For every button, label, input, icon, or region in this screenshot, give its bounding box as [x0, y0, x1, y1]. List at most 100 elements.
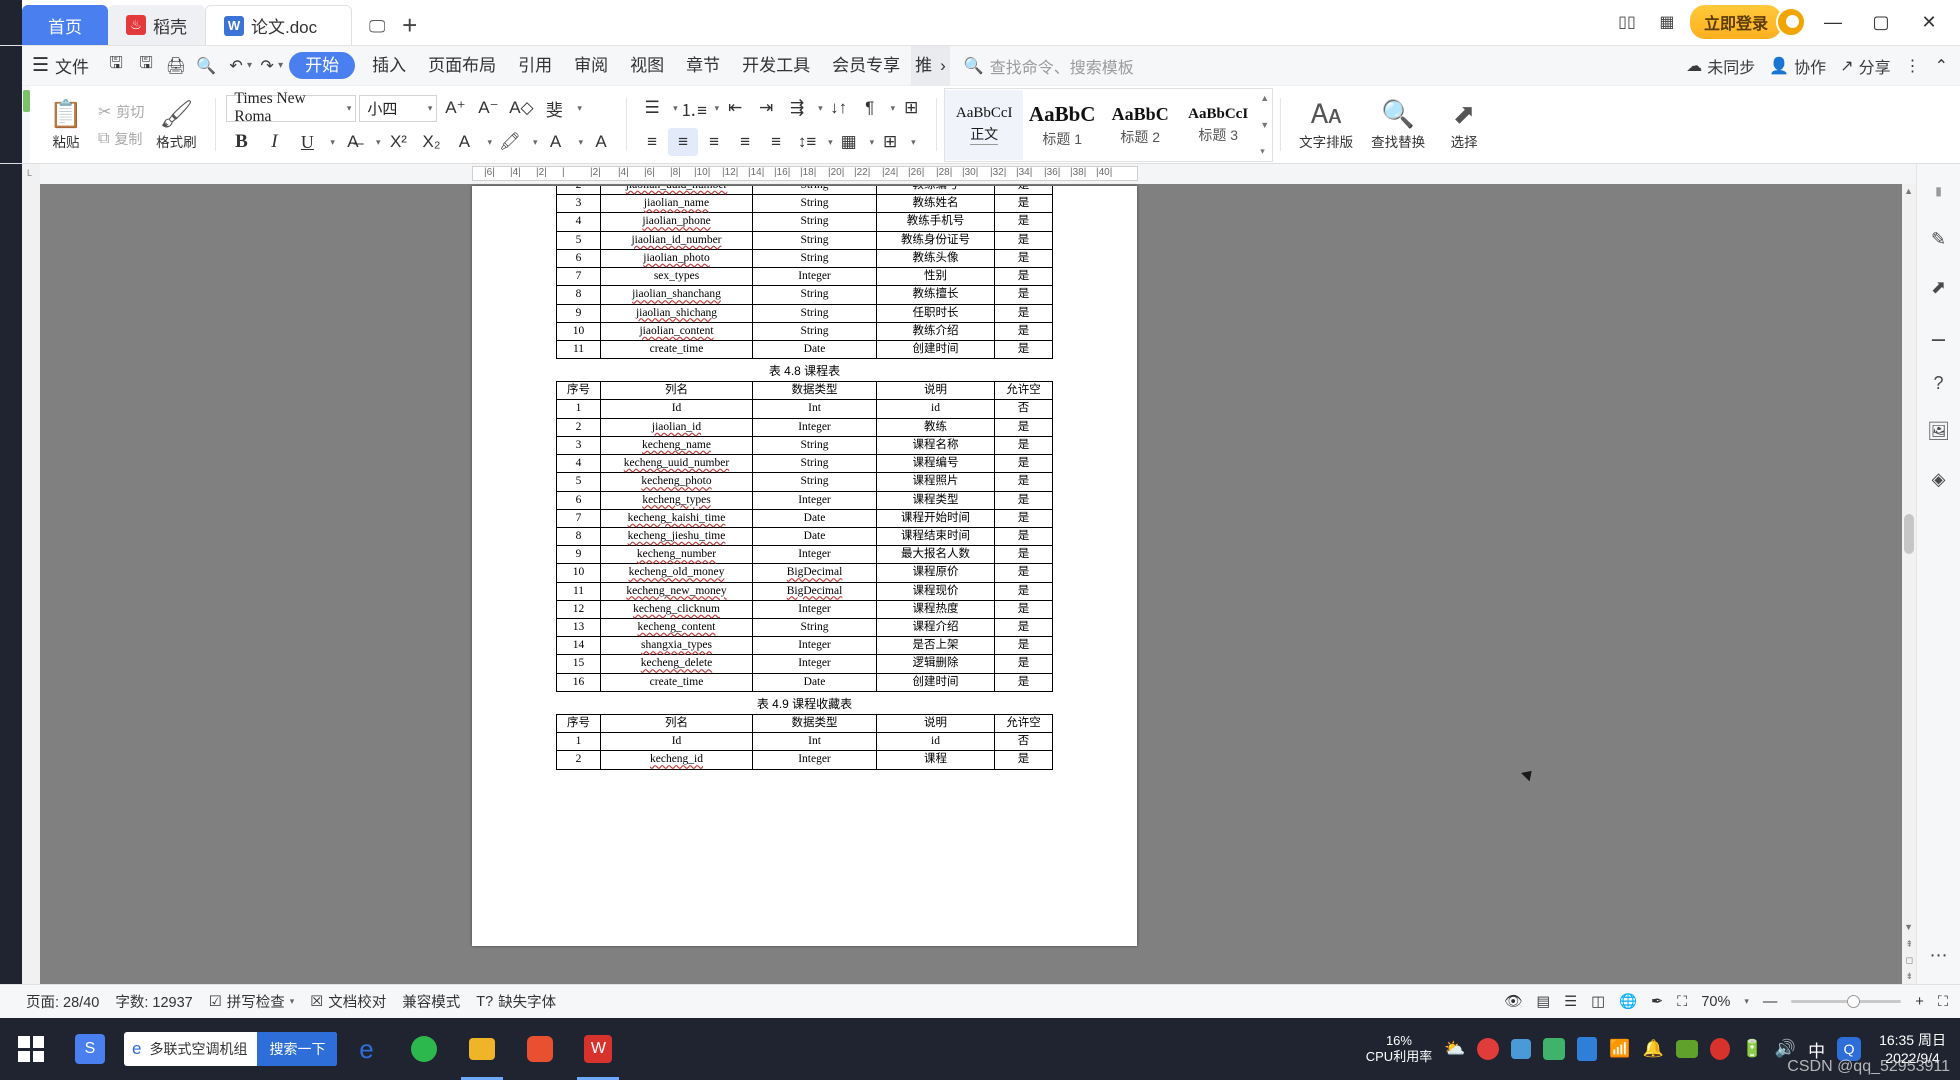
- chevron-down-icon[interactable]: ▾: [710, 103, 720, 114]
- weather-icon[interactable]: ⛅: [1444, 1039, 1465, 1059]
- font-color-button[interactable]: A: [541, 128, 571, 156]
- shrink-font-icon[interactable]: A⁻: [473, 94, 503, 122]
- minimize-button[interactable]: —: [1812, 5, 1854, 39]
- battery-icon[interactable]: 🔋: [1742, 1039, 1763, 1059]
- zoom-out-button[interactable]: —: [1763, 994, 1778, 1010]
- ribbon-tab-view[interactable]: 视图: [619, 46, 675, 86]
- focus-icon[interactable]: ⛶: [1677, 994, 1687, 1010]
- cloud-sync-status[interactable]: ☁ 未同步: [1686, 54, 1755, 78]
- paste-button[interactable]: 📋 粘贴: [37, 88, 95, 162]
- table-row[interactable]: 3 jiaolian_name String 教练姓名 是: [557, 195, 1053, 213]
- grid-view-icon[interactable]: ▦: [1650, 7, 1684, 37]
- scroll-down-icon[interactable]: ▼: [1260, 120, 1269, 130]
- font-family-select[interactable]: Times New Roma ▾: [226, 95, 356, 122]
- style-item-heading3[interactable]: AaBbCcI 标题 3: [1179, 90, 1257, 160]
- image-icon[interactable]: 🖼: [1924, 416, 1954, 446]
- taskbar-app-wps-icon[interactable]: S: [62, 1018, 118, 1080]
- chevron-down-icon[interactable]: ▾: [482, 137, 492, 148]
- table-row[interactable]: 4 kecheng_uuid_number String 课程编号 是: [557, 455, 1053, 473]
- table-row[interactable]: 2 kecheng_id Integer 课程 是: [557, 751, 1053, 769]
- table-4-9[interactable]: 序号 列名 数据类型 说明 允许空 1 Id Int: [556, 714, 1053, 770]
- collapse-ribbon-icon[interactable]: ⌃: [1935, 56, 1948, 76]
- web-view-icon[interactable]: 🌐: [1619, 993, 1637, 1010]
- table-4-8[interactable]: 序号 列名 数据类型 说明 允许空 1 Id Int: [556, 381, 1053, 692]
- zoom-slider[interactable]: [1791, 1000, 1901, 1003]
- character-shading-button[interactable]: A: [586, 128, 616, 156]
- superscript-button[interactable]: X²: [383, 128, 413, 156]
- justify-button[interactable]: ≡: [730, 128, 760, 156]
- tab-home[interactable]: 首页: [22, 5, 108, 45]
- two-page-view-icon[interactable]: ◫: [1591, 994, 1605, 1010]
- scroll-down-icon[interactable]: ▼: [1904, 922, 1913, 932]
- table-row[interactable]: 12 kecheng_clicknum Integer 课程热度 是: [557, 600, 1053, 618]
- chevron-down-icon[interactable]: ▾: [906, 137, 916, 148]
- multilevel-list-button[interactable]: ⇶: [782, 94, 812, 122]
- outline-view-icon[interactable]: ☰: [1564, 994, 1577, 1010]
- clear-formatting-icon[interactable]: A◇: [506, 94, 536, 122]
- taskbar-item-explorer[interactable]: [453, 1018, 511, 1080]
- show-marks-button[interactable]: ¶: [855, 94, 885, 122]
- table-row[interactable]: 8 jiaolian_shanchang String 教练擅长 是: [557, 286, 1053, 304]
- antivirus-icon[interactable]: [1477, 1038, 1499, 1060]
- taskbar-search-button[interactable]: 搜索一下: [257, 1032, 337, 1066]
- save-as-icon[interactable]: 🖫: [131, 51, 161, 81]
- sidebar-collapse-icon[interactable]: ▮: [1924, 176, 1954, 206]
- maximize-button[interactable]: ▢: [1860, 5, 1902, 39]
- pinyin-guide-icon[interactable]: 斐: [539, 94, 569, 122]
- share-button[interactable]: ↗ 分享: [1840, 54, 1890, 78]
- table-row[interactable]: 7 sex_types Integer 性别 是: [557, 268, 1053, 286]
- avatar[interactable]: [1776, 7, 1806, 37]
- align-left-button[interactable]: ≡: [637, 128, 667, 156]
- chevron-down-icon[interactable]: ▾: [813, 103, 823, 114]
- table-row[interactable]: 9 kecheng_number Integer 最大报名人数 是: [557, 546, 1053, 564]
- style-item-heading2[interactable]: AaBbC 标题 2: [1101, 90, 1179, 160]
- table-row[interactable]: 2 jiaolian_id Integer 教练 是: [557, 418, 1053, 436]
- distributed-align-button[interactable]: ≡: [761, 128, 791, 156]
- print-preview-icon[interactable]: 🔍: [191, 51, 221, 81]
- file-menu[interactable]: 文件: [55, 53, 101, 78]
- select-button[interactable]: ⬈ 选择: [1435, 88, 1493, 162]
- chevron-down-icon[interactable]: ▾: [574, 137, 584, 148]
- horizontal-ruler[interactable]: |6| |4| |2| | |2| |4| |6| |8| |10| |12| …: [40, 164, 1916, 184]
- chevron-down-icon[interactable]: ▾: [528, 137, 538, 148]
- strikethrough-button[interactable]: A̶: [338, 128, 368, 156]
- text-effects-button[interactable]: A: [449, 128, 479, 156]
- ribbon-tab-section[interactable]: 章节: [675, 46, 731, 86]
- scroll-up-icon[interactable]: ▲: [1260, 93, 1269, 103]
- spell-check-button[interactable]: ☑ 拼写检查 ▾: [209, 991, 295, 1012]
- ribbon-tab-member[interactable]: 会员专享: [821, 46, 911, 86]
- qq-icon[interactable]: [1710, 1038, 1730, 1060]
- table-row[interactable]: 15 kecheng_delete Integer 逻辑删除 是: [557, 655, 1053, 673]
- taskbar-search[interactable]: e 多联式空调机组 搜索一下: [124, 1032, 337, 1066]
- table-row[interactable]: 2 jiaolian_uuid_number String 教练编号 是: [557, 186, 1053, 195]
- edit-pen-icon[interactable]: ✎: [1924, 224, 1954, 254]
- split-view-icon[interactable]: ▯▯: [1610, 7, 1644, 37]
- style-item-heading1[interactable]: AaBbC 标题 1: [1023, 90, 1101, 160]
- find-replace-button[interactable]: 🔍 查找替换: [1361, 88, 1435, 162]
- taskbar-item-browser[interactable]: [395, 1018, 453, 1080]
- highlight-color-button[interactable]: 🖍: [495, 128, 525, 156]
- cursor-select-icon[interactable]: ⬈: [1924, 272, 1954, 302]
- table-row[interactable]: 5 jiaolian_id_number String 教练身份证号 是: [557, 231, 1053, 249]
- missing-font-button[interactable]: T? 缺失字体: [476, 991, 556, 1012]
- table-row[interactable]: 10 jiaolian_content String 教练介绍 是: [557, 322, 1053, 340]
- align-right-button[interactable]: ≡: [699, 128, 729, 156]
- eye-icon[interactable]: 👁: [1504, 993, 1522, 1010]
- previous-page-icon[interactable]: ⇞: [1905, 939, 1913, 950]
- style-gallery-scroll[interactable]: ▲ ▼ ▾: [1257, 90, 1272, 160]
- chevron-down-icon[interactable]: ▾: [371, 137, 381, 148]
- close-button[interactable]: ✕: [1908, 5, 1950, 39]
- doc-proof-button[interactable]: ☒ 文档校对: [310, 991, 386, 1012]
- table-row[interactable]: 1 Id Int id 否: [557, 733, 1053, 751]
- wifi-icon[interactable]: 📶: [1609, 1039, 1630, 1059]
- table-row[interactable]: 11 create_time Date 创建时间 是: [557, 340, 1053, 358]
- document-canvas[interactable]: |6| |4| |2| | |2| |4| |6| |8| |10| |12| …: [40, 164, 1916, 984]
- table-row[interactable]: 6 jiaolian_photo String 教练头像 是: [557, 249, 1053, 267]
- cpu-usage-widget[interactable]: 16% CPU利用率: [1366, 1033, 1432, 1066]
- overflow-menu-icon[interactable]: ⋮: [1905, 56, 1921, 76]
- login-button[interactable]: 立即登录: [1690, 5, 1782, 39]
- collaborate-button[interactable]: 👤 协作: [1769, 54, 1826, 78]
- chevron-down-icon[interactable]: ▾: [886, 103, 896, 114]
- table-row[interactable]: 10 kecheng_old_money BigDecimal 课程原价 是: [557, 564, 1053, 582]
- ribbon-tab-page-layout[interactable]: 页面布局: [417, 46, 507, 86]
